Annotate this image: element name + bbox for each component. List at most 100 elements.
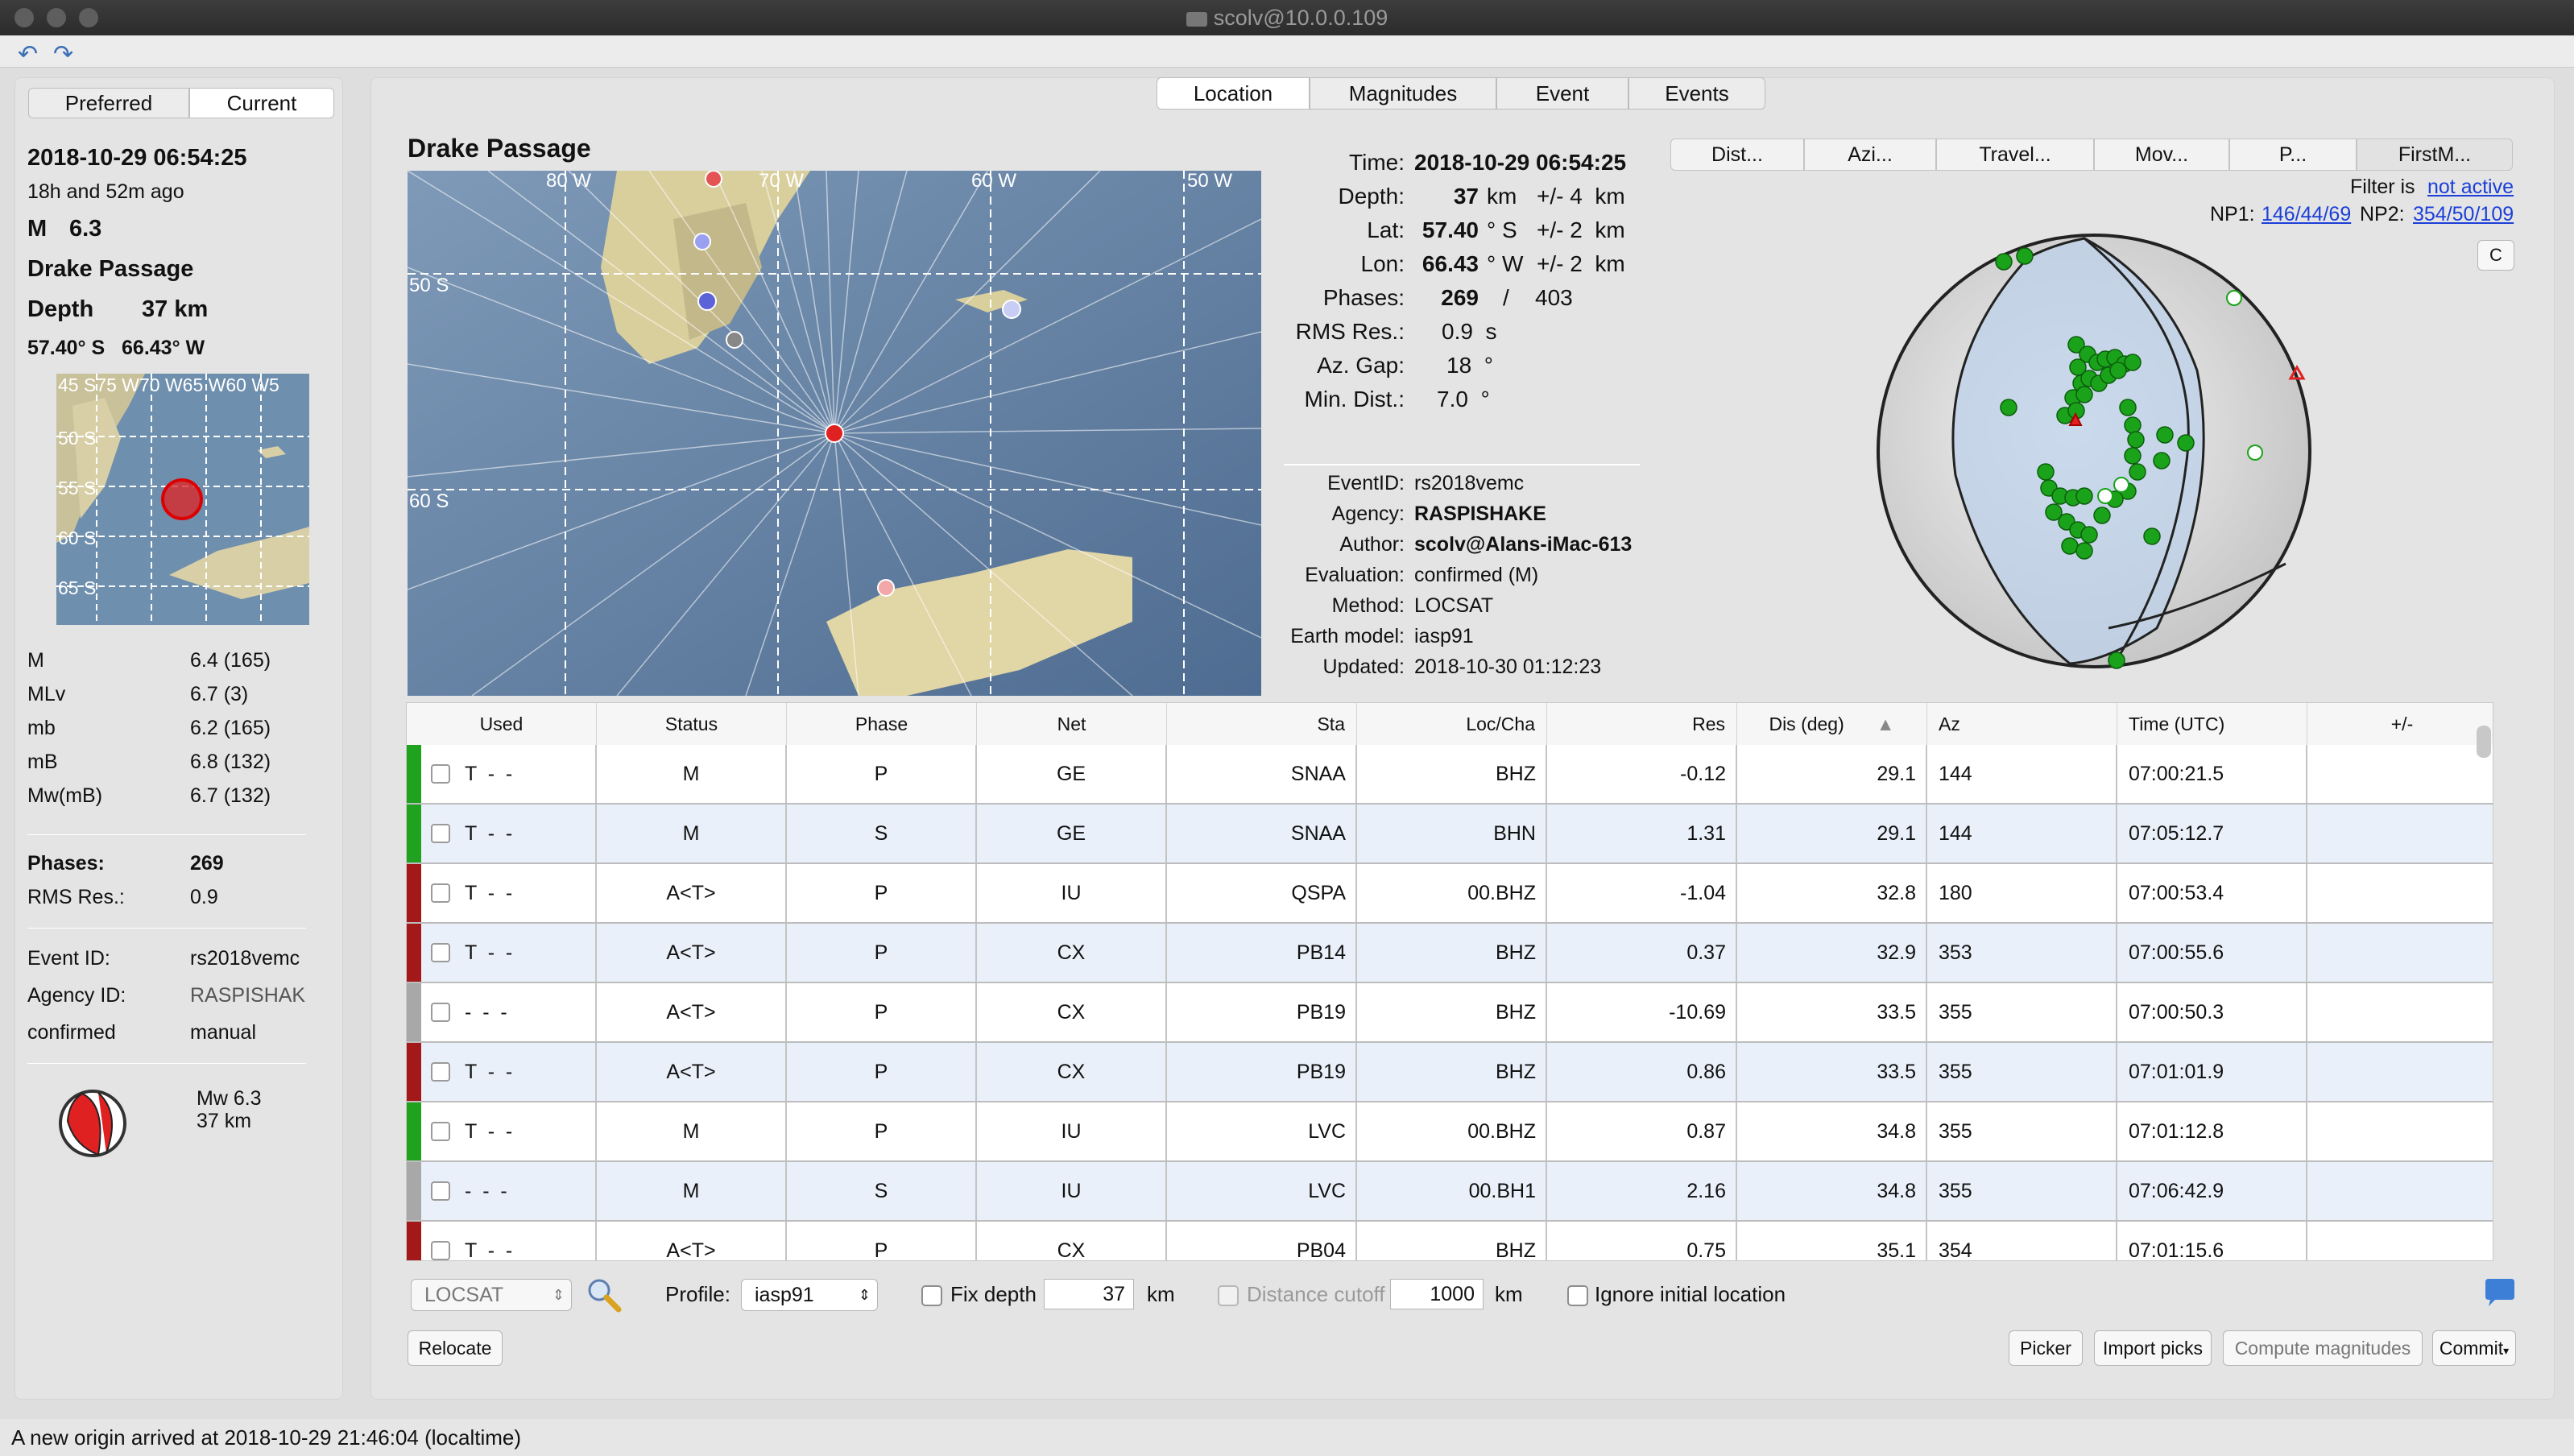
cell-phase: P bbox=[787, 1043, 977, 1101]
col-header-az[interactable]: Az bbox=[1927, 703, 2117, 745]
locator-settings-icon[interactable] bbox=[581, 1276, 625, 1314]
commit-button[interactable]: Commit▾ bbox=[2432, 1330, 2516, 1366]
station-marker[interactable] bbox=[693, 233, 711, 250]
cell-time: 07:00:53.4 bbox=[2117, 864, 2307, 922]
cell-used[interactable]: T - - bbox=[407, 805, 597, 862]
np2-link[interactable]: 354/50/109 bbox=[2413, 203, 2514, 226]
table-row[interactable]: T - - M S GE SNAA BHN 1.31 29.1 144 07:05:12.7 bbox=[407, 805, 2493, 864]
cell-az: 144 bbox=[1927, 745, 2117, 803]
mag-type: mB bbox=[27, 751, 58, 773]
close-window-button[interactable] bbox=[14, 8, 34, 27]
tab-moveout-plot[interactable]: Mov... bbox=[2094, 139, 2229, 171]
cell-res: 0.37 bbox=[1547, 924, 1737, 982]
station-marker[interactable] bbox=[697, 292, 717, 311]
filter-status-link[interactable]: not active bbox=[2427, 176, 2514, 199]
mag-type: Mw(mB) bbox=[27, 784, 103, 807]
first-motion-plot[interactable] bbox=[1867, 225, 2321, 676]
col-header-net[interactable]: Net bbox=[977, 703, 1167, 745]
col-header-sta[interactable]: Sta bbox=[1167, 703, 1357, 745]
used-checkbox[interactable] bbox=[431, 1062, 450, 1082]
compute-magnitudes-button[interactable]: Compute magnitudes bbox=[2223, 1330, 2423, 1366]
col-header-status[interactable]: Status bbox=[597, 703, 787, 745]
table-row[interactable]: T - - M P GE SNAA BHZ -0.12 29.1 144 07:00:21.5 bbox=[407, 745, 2493, 805]
table-row[interactable]: T - - A<T> P CX PB14 BHZ 0.37 32.9 353 07:00:55.6 bbox=[407, 924, 2493, 983]
config-button[interactable]: C bbox=[2477, 240, 2514, 271]
used-checkbox[interactable] bbox=[431, 1241, 450, 1260]
used-checkbox[interactable] bbox=[431, 883, 450, 903]
profile-select[interactable]: iasp91 ⇕ bbox=[741, 1279, 878, 1311]
used-flags: T - - bbox=[465, 763, 513, 785]
cell-sta: PB19 bbox=[1167, 1043, 1357, 1101]
table-row[interactable]: T - - A<T> P CX PB19 BHZ 0.86 33.5 355 07:01:01.9 bbox=[407, 1043, 2493, 1102]
tab-first-motion-plot[interactable]: FirstM... bbox=[2357, 139, 2513, 171]
location-map[interactable]: 80 W 70 W 60 W 50 W 50 S 60 S bbox=[408, 171, 1261, 696]
tab-traveltime-plot[interactable]: Travel... bbox=[1936, 139, 2094, 171]
col-header-dis[interactable]: Dis (deg) ▲ bbox=[1737, 703, 1927, 745]
locator-select[interactable]: LOCSAT ⇕ bbox=[411, 1279, 572, 1311]
cell-used[interactable]: - - - bbox=[407, 983, 597, 1041]
tab-polar-plot[interactable]: P... bbox=[2229, 139, 2357, 171]
table-row[interactable]: T - - M P IU LVC 00.BHZ 0.87 34.8 355 07:01:12.8 bbox=[407, 1102, 2493, 1162]
cell-loc: BHZ bbox=[1357, 983, 1547, 1041]
lat-error: +/- 2 km bbox=[1537, 217, 1625, 242]
tab-preferred[interactable]: Preferred bbox=[28, 88, 189, 118]
col-header-uncertainty[interactable]: +/- bbox=[2307, 703, 2493, 745]
np1-link[interactable]: 146/44/69 bbox=[2262, 203, 2351, 226]
toolbar: ↶ ↷ bbox=[0, 35, 2574, 68]
station-marker[interactable] bbox=[705, 171, 722, 188]
station-marker[interactable] bbox=[1002, 300, 1021, 319]
used-checkbox[interactable] bbox=[431, 824, 450, 843]
cell-used[interactable]: T - - bbox=[407, 1222, 597, 1260]
picker-button[interactable]: Picker bbox=[2009, 1330, 2083, 1366]
cell-used[interactable]: T - - bbox=[407, 1102, 597, 1160]
col-header-used[interactable]: Used bbox=[407, 703, 597, 745]
undo-icon[interactable]: ↶ bbox=[18, 40, 38, 68]
cell-used[interactable]: T - - bbox=[407, 924, 597, 982]
tab-distance-plot[interactable]: Dist... bbox=[1670, 139, 1804, 171]
author-value: scolv@Alans-iMac-613 bbox=[1414, 533, 1633, 556]
used-checkbox[interactable] bbox=[431, 1122, 450, 1141]
col-header-loccha[interactable]: Loc/Cha bbox=[1357, 703, 1547, 745]
used-checkbox[interactable] bbox=[431, 943, 450, 962]
distance-cutoff-field[interactable]: 1000 bbox=[1390, 1279, 1484, 1309]
tab-current[interactable]: Current bbox=[189, 88, 334, 118]
redo-icon[interactable]: ↷ bbox=[53, 40, 73, 68]
used-checkbox[interactable] bbox=[431, 1003, 450, 1022]
used-checkbox[interactable] bbox=[431, 1181, 450, 1201]
ignore-initial-location-checkbox[interactable] bbox=[1567, 1285, 1588, 1306]
table-scrollbar[interactable] bbox=[2477, 726, 2491, 758]
cell-res: 0.87 bbox=[1547, 1102, 1737, 1160]
col-header-phase[interactable]: Phase bbox=[787, 703, 977, 745]
relocate-button[interactable]: Relocate bbox=[408, 1330, 503, 1366]
cell-used[interactable]: T - - bbox=[407, 1043, 597, 1101]
tab-event[interactable]: Event bbox=[1496, 77, 1628, 110]
cell-time: 07:01:15.6 bbox=[2117, 1222, 2307, 1260]
mag-type: M bbox=[27, 649, 44, 672]
col-header-time[interactable]: Time (UTC) bbox=[2117, 703, 2307, 745]
cell-uncertainty bbox=[2307, 745, 2493, 803]
minimize-window-button[interactable] bbox=[47, 8, 66, 27]
cell-used[interactable]: T - - bbox=[407, 745, 597, 803]
tab-location[interactable]: Location bbox=[1157, 77, 1310, 110]
chat-bubble-icon[interactable] bbox=[2482, 1277, 2518, 1309]
import-picks-button[interactable]: Import picks bbox=[2094, 1330, 2212, 1366]
table-row[interactable]: - - - A<T> P CX PB19 BHZ -10.69 33.5 355 07:00:50… bbox=[407, 983, 2493, 1043]
col-header-res[interactable]: Res bbox=[1547, 703, 1737, 745]
used-checkbox[interactable] bbox=[431, 764, 450, 784]
distance-cutoff-checkbox[interactable] bbox=[1218, 1285, 1239, 1306]
table-row[interactable]: T - - A<T> P CX PB04 BHZ 0.75 35.1 354 07:01:15.6 bbox=[407, 1222, 2493, 1260]
tab-events[interactable]: Events bbox=[1628, 77, 1765, 110]
station-marker[interactable] bbox=[877, 579, 895, 597]
cell-loc: BHZ bbox=[1357, 1043, 1547, 1101]
tab-magnitudes[interactable]: Magnitudes bbox=[1310, 77, 1496, 110]
zoom-window-button[interactable] bbox=[79, 8, 98, 27]
earth-model-value: iasp91 bbox=[1414, 625, 1474, 647]
station-marker[interactable] bbox=[726, 331, 743, 349]
table-row[interactable]: T - - A<T> P IU QSPA 00.BHZ -1.04 32.8 180 07:00:… bbox=[407, 864, 2493, 924]
table-row[interactable]: - - - M S IU LVC 00.BH1 2.16 34.8 355 07:06:42.9 bbox=[407, 1162, 2493, 1222]
cell-used[interactable]: T - - bbox=[407, 864, 597, 922]
tab-azimuth-plot[interactable]: Azi... bbox=[1804, 139, 1936, 171]
fix-depth-field[interactable]: 37 bbox=[1044, 1279, 1134, 1309]
fix-depth-checkbox[interactable] bbox=[921, 1285, 942, 1306]
cell-used[interactable]: - - - bbox=[407, 1162, 597, 1220]
